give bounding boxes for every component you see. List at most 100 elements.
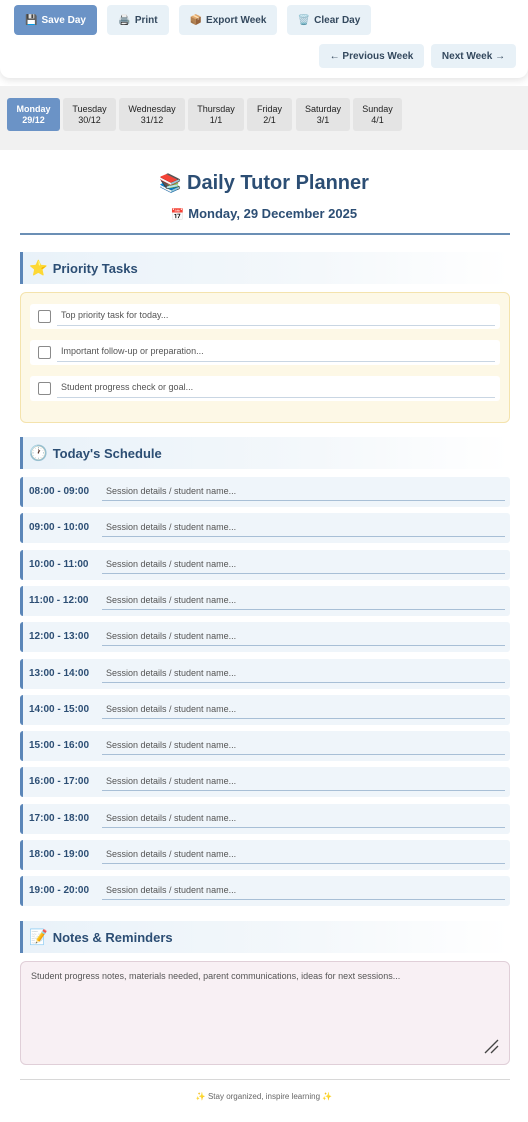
export-week-button[interactable]: 📦 Export Week xyxy=(179,5,277,35)
day-tab-wednesday[interactable]: Wednesday 31/12 xyxy=(119,98,185,131)
trash-icon: 🗑️ xyxy=(297,14,311,26)
priority-task-checkbox[interactable] xyxy=(38,310,51,323)
slot-input[interactable]: Session details / student name... xyxy=(102,844,505,864)
priority-task-row: Top priority task for today... xyxy=(30,304,500,329)
priority-tasks-heading: ⭐ Priority Tasks xyxy=(20,252,510,284)
export-week-label: Export Week xyxy=(206,14,267,26)
resize-handle-icon[interactable] xyxy=(482,1037,500,1055)
slot-time: 19:00 - 20:00 xyxy=(29,885,90,896)
day-tab-date: 29/12 xyxy=(22,114,45,125)
priority-task-input[interactable]: Top priority task for today... xyxy=(57,304,495,326)
slot-input[interactable]: Session details / student name... xyxy=(102,808,505,828)
slot-time: 15:00 - 16:00 xyxy=(29,740,90,751)
slot-input[interactable]: Session details / student name... xyxy=(102,880,505,900)
schedule-slot: 13:00 - 14:00 Session details / student … xyxy=(20,659,510,689)
footer-divider xyxy=(20,1079,510,1080)
day-tab-tuesday[interactable]: Tuesday 30/12 xyxy=(63,98,116,131)
notes-heading: 📝 Notes & Reminders xyxy=(20,921,510,953)
toolbar: 💾 Save Day 🖨️ Print 📦 Export Week 🗑️ Cle… xyxy=(0,0,528,78)
slot-time: 09:00 - 10:00 xyxy=(29,522,90,533)
day-tab-friday[interactable]: Friday 2/1 xyxy=(247,98,292,131)
print-label: Print xyxy=(134,14,158,26)
next-week-label: Next Week → xyxy=(441,50,506,62)
day-tab-date: 1/1 xyxy=(209,114,223,125)
notes-textarea[interactable]: Student progress notes, materials needed… xyxy=(20,961,510,1065)
schedule-slot: 14:00 - 15:00 Session details / student … xyxy=(20,695,510,725)
clock-icon: 🕐 xyxy=(29,445,48,462)
footer-text: ✨ Stay organized, inspire learning ✨ xyxy=(195,1092,333,1101)
priority-task-row: Important follow-up or preparation... xyxy=(30,340,500,365)
day-tab-date: 2/1 xyxy=(263,114,276,125)
star-icon: ⭐ xyxy=(29,260,48,277)
slot-input[interactable]: Session details / student name... xyxy=(102,554,505,574)
priority-task-row: Student progress check or goal... xyxy=(30,376,500,401)
calendar-icon: 📅 xyxy=(170,209,185,221)
day-tab-name: Saturday xyxy=(304,103,342,114)
next-week-button[interactable]: Next Week → xyxy=(431,44,516,68)
current-date: 📅 Monday, 29 December 2025 xyxy=(0,206,528,221)
print-button[interactable]: 🖨️ Print xyxy=(107,5,169,35)
notes-placeholder: Student progress notes, materials needed… xyxy=(31,971,401,981)
slot-time: 10:00 - 11:00 xyxy=(29,559,89,570)
day-tab-date: 30/12 xyxy=(78,114,101,125)
books-icon: 📚 xyxy=(159,173,182,193)
priority-task-checkbox[interactable] xyxy=(38,382,51,395)
page-title: 📚 Daily Tutor Planner xyxy=(0,172,528,195)
schedule-slot: 19:00 - 20:00 Session details / student … xyxy=(20,876,510,906)
priority-task-input[interactable]: Important follow-up or preparation... xyxy=(57,340,495,362)
slot-input[interactable]: Session details / student name... xyxy=(102,771,505,791)
save-day-label: Save Day xyxy=(41,14,86,26)
day-tab-name: Wednesday xyxy=(128,103,176,114)
schedule-heading-text: Today's Schedule xyxy=(52,445,162,461)
slot-input[interactable]: Session details / student name... xyxy=(102,626,505,646)
title-divider xyxy=(20,233,510,235)
schedule-slot: 17:00 - 18:00 Session details / student … xyxy=(20,804,510,834)
schedule-slot: 08:00 - 09:00 Session details / student … xyxy=(20,477,510,507)
day-tab-sunday[interactable]: Sunday 4/1 xyxy=(353,98,402,131)
schedule-slot: 11:00 - 12:00 Session details / student … xyxy=(20,586,510,616)
day-tab-name: Monday xyxy=(16,103,51,114)
priority-task-input[interactable]: Student progress check or goal... xyxy=(57,376,495,398)
day-tab-date: 3/1 xyxy=(316,114,330,125)
slot-input[interactable]: Session details / student name... xyxy=(102,735,505,755)
slot-input[interactable]: Session details / student name... xyxy=(102,481,505,501)
schedule-slot: 18:00 - 19:00 Session details / student … xyxy=(20,840,510,870)
printer-icon: 🖨️ xyxy=(118,14,131,26)
day-tab-name: Friday xyxy=(256,103,282,114)
day-tab-name: Tuesday xyxy=(72,103,107,114)
priority-tasks-heading-text: Priority Tasks xyxy=(52,260,138,276)
schedule-slot: 16:00 - 17:00 Session details / student … xyxy=(20,767,510,797)
memo-icon: 📝 xyxy=(29,929,48,946)
clear-day-label: Clear Day xyxy=(314,14,361,26)
schedule-slot: 09:00 - 10:00 Session details / student … xyxy=(20,513,510,543)
package-icon: 📦 xyxy=(189,14,203,26)
day-tab-monday[interactable]: Monday 29/12 xyxy=(7,98,60,131)
schedule-heading: 🕐 Today's Schedule xyxy=(20,437,510,469)
priority-task-checkbox[interactable] xyxy=(38,346,51,359)
save-day-button[interactable]: 💾 Save Day xyxy=(14,5,97,35)
slot-input[interactable]: Session details / student name... xyxy=(102,699,505,719)
day-tab-name: Thursday xyxy=(197,103,235,114)
day-tab-date: 31/12 xyxy=(140,114,164,125)
day-tab-date: 4/1 xyxy=(371,114,384,125)
slot-input[interactable]: Session details / student name... xyxy=(102,517,505,537)
day-tab-name: Sunday xyxy=(362,103,393,114)
slot-input[interactable]: Session details / student name... xyxy=(102,663,505,683)
notes-heading-text: Notes & Reminders xyxy=(52,929,173,945)
slot-input[interactable]: Session details / student name... xyxy=(102,590,505,610)
page-title-text: Daily Tutor Planner xyxy=(187,172,369,194)
day-tab-thursday[interactable]: Thursday 1/1 xyxy=(188,98,244,131)
current-date-text: Monday, 29 December 2025 xyxy=(188,206,358,221)
slot-time: 17:00 - 18:00 xyxy=(29,813,90,824)
slot-time: 08:00 - 09:00 xyxy=(29,486,90,497)
slot-time: 13:00 - 14:00 xyxy=(29,668,90,679)
day-tab-saturday[interactable]: Saturday 3/1 xyxy=(296,98,350,131)
previous-week-button[interactable]: ← Previous Week xyxy=(319,44,424,68)
schedule-slot: 12:00 - 13:00 Session details / student … xyxy=(20,622,510,652)
slot-time: 11:00 - 12:00 xyxy=(29,595,89,606)
slot-time: 14:00 - 15:00 xyxy=(29,704,90,715)
schedule-slot: 10:00 - 11:00 Session details / student … xyxy=(20,550,510,580)
priority-tasks-box: Top priority task for today... Important… xyxy=(20,292,510,423)
floppy-disk-icon: 💾 xyxy=(25,14,38,26)
clear-day-button[interactable]: 🗑️ Clear Day xyxy=(287,5,371,35)
